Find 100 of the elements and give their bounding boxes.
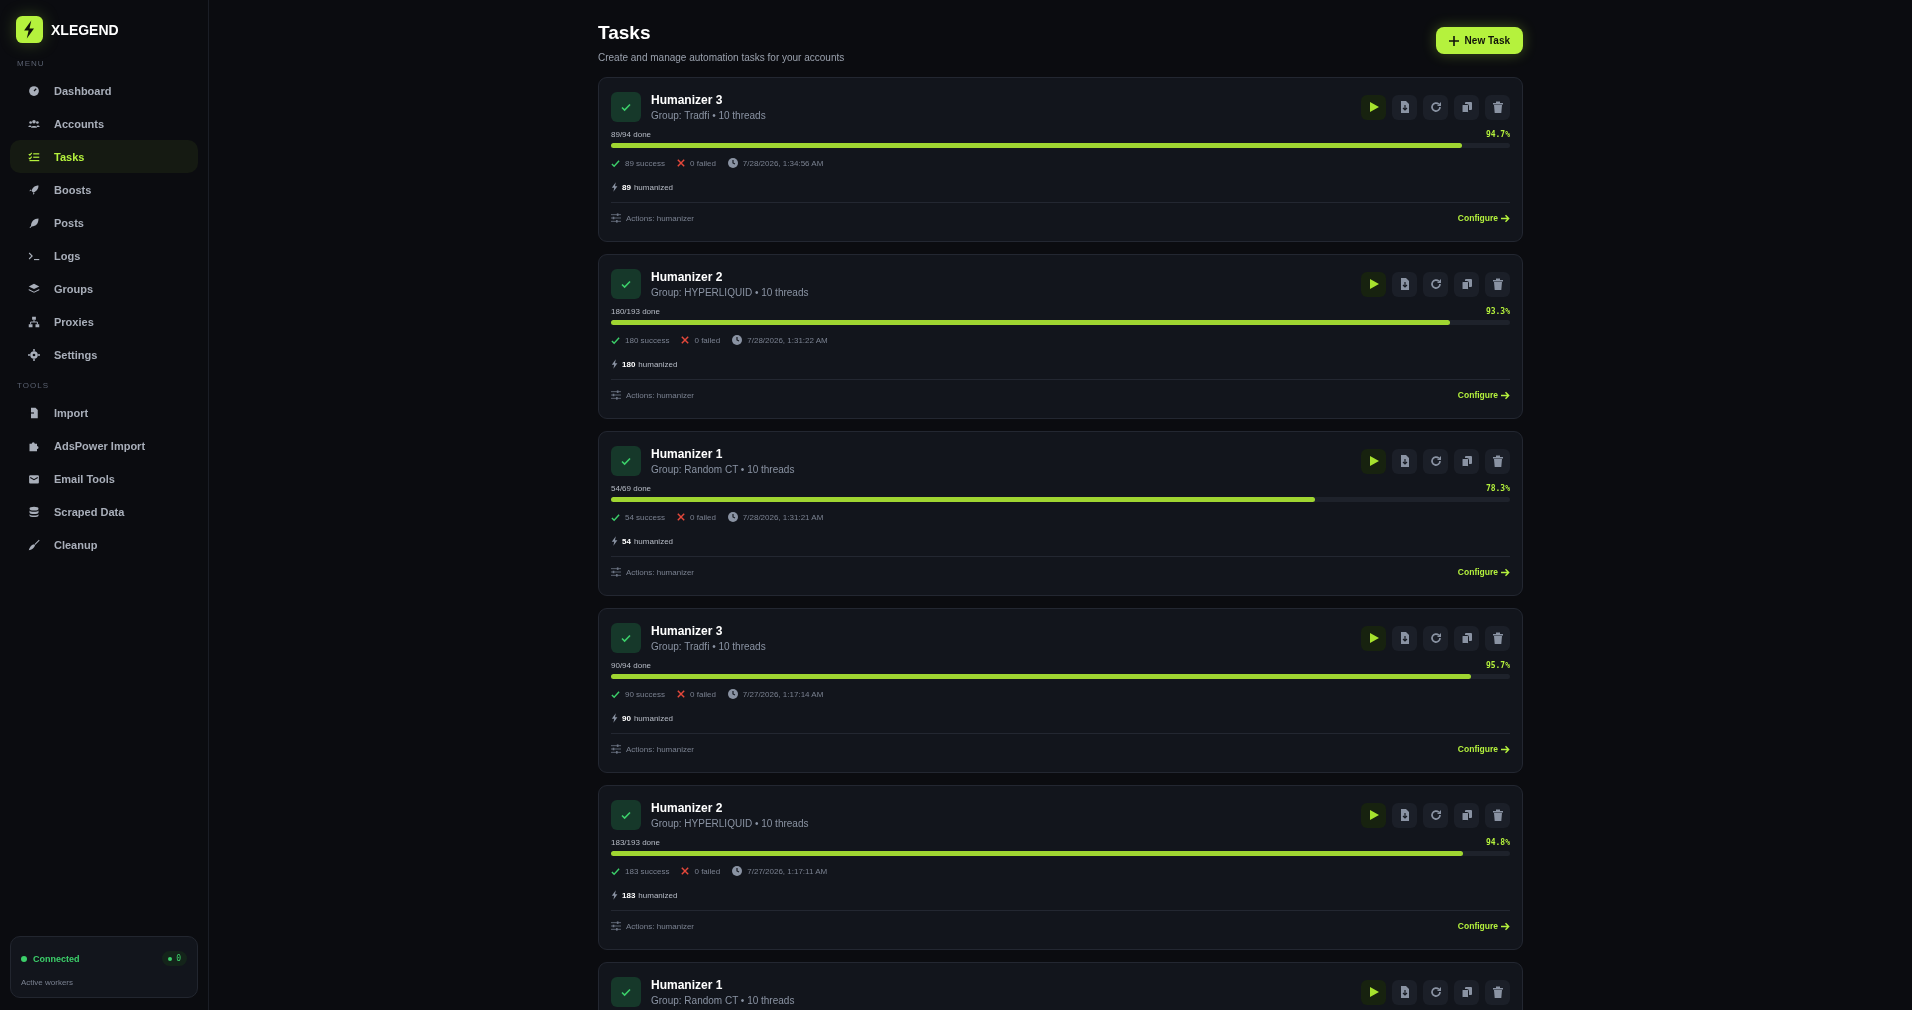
failed-count: 0 failed (690, 158, 716, 168)
failed-count: 0 failed (694, 335, 721, 345)
sidebar-item[interactable]: Import (10, 396, 198, 429)
play-button[interactable] (1361, 448, 1386, 474)
new-task-button[interactable]: New Task (1435, 27, 1523, 54)
delete-button[interactable] (1485, 271, 1510, 297)
sidebar-item[interactable]: Email Tools (10, 462, 198, 495)
refresh-button[interactable] (1423, 271, 1448, 297)
sidebar-item[interactable]: Accounts (10, 107, 198, 140)
download-file-button[interactable] (1392, 802, 1417, 828)
progress-percent: 78.3% (1485, 484, 1510, 493)
rocket-icon (28, 183, 40, 196)
status-caption: Active workers (21, 978, 74, 987)
sidebar-item[interactable]: AdsPower Import (10, 429, 198, 462)
copy-button[interactable] (1454, 448, 1479, 474)
layers-icon (28, 282, 40, 295)
sidebar-item[interactable]: Logs (10, 239, 198, 272)
refresh-button[interactable] (1423, 979, 1448, 1005)
lightning-icon (611, 536, 619, 546)
refresh-button[interactable] (1423, 802, 1448, 828)
check-icon (611, 977, 641, 1007)
sidebar-item[interactable]: Boosts (10, 173, 198, 206)
success-count: 90 success (625, 689, 666, 699)
configure-link[interactable]: Configure (1457, 213, 1510, 223)
task-meta: Group: Tradfi • 10 threads (651, 641, 767, 652)
download-file-button[interactable] (1392, 625, 1417, 651)
arrow-icon (1501, 567, 1510, 577)
sidebar-item[interactable]: Scraped Data (10, 495, 198, 528)
play-icon (1367, 809, 1380, 821)
refresh-icon (1429, 278, 1442, 290)
download-file-button[interactable] (1392, 94, 1417, 120)
delete-button[interactable] (1485, 94, 1510, 120)
feather-icon (28, 216, 40, 229)
task-name: Humanizer 1 (651, 978, 724, 992)
sidebar-item[interactable]: Cleanup (10, 528, 198, 561)
humanized-label: humanized (633, 713, 674, 723)
copy-button[interactable] (1454, 802, 1479, 828)
success-count: 89 success (625, 158, 666, 168)
copy-icon (1460, 101, 1473, 113)
refresh-button[interactable] (1423, 625, 1448, 651)
configure-link[interactable]: Configure (1457, 921, 1510, 931)
task-name: Humanizer 3 (651, 624, 724, 638)
play-icon (1367, 455, 1380, 467)
file-download-icon (1398, 632, 1411, 644)
actions-text: Actions: humanizer (626, 744, 695, 754)
sidebar-item[interactable]: Dashboard (10, 74, 198, 107)
configure-link[interactable]: Configure (1457, 744, 1510, 754)
sliders-icon (611, 921, 621, 931)
sidebar-item[interactable]: Posts (10, 206, 198, 239)
sidebar-item[interactable]: Settings (10, 338, 198, 371)
lightning-icon (611, 890, 619, 900)
lightning-icon (611, 182, 619, 192)
timestamp: 7/28/2026, 1:31:22 AM (747, 335, 828, 345)
configure-link[interactable]: Configure (1457, 390, 1510, 400)
play-button[interactable] (1361, 979, 1386, 1005)
progress-percent: 95.7% (1485, 661, 1510, 670)
delete-button[interactable] (1485, 802, 1510, 828)
copy-button[interactable] (1454, 94, 1479, 120)
delete-button[interactable] (1485, 979, 1510, 1005)
clock-icon (727, 689, 738, 699)
humanized-count: 180 (622, 359, 636, 369)
actions-text: Actions: humanizer (626, 921, 695, 931)
play-button[interactable] (1361, 271, 1386, 297)
check-icon (611, 269, 641, 299)
play-button[interactable] (1361, 94, 1386, 120)
play-button[interactable] (1361, 802, 1386, 828)
task-meta: Group: Random CT • 10 threads (651, 995, 796, 1006)
refresh-icon (1429, 101, 1442, 113)
download-file-button[interactable] (1392, 271, 1417, 297)
download-file-button[interactable] (1392, 448, 1417, 474)
check-icon (611, 689, 620, 699)
sidebar-item[interactable]: Tasks (10, 140, 198, 173)
trash-icon (1491, 986, 1504, 998)
actions-text: Actions: humanizer (626, 390, 695, 400)
file-download-icon (1398, 455, 1411, 467)
play-button[interactable] (1361, 625, 1386, 651)
section-label: TOOLS (16, 381, 50, 390)
refresh-button[interactable] (1423, 94, 1448, 120)
sidebar-item[interactable]: Proxies (10, 305, 198, 338)
sidebar-item[interactable]: Groups (10, 272, 198, 305)
configure-link[interactable]: Configure (1457, 567, 1510, 577)
actions-text: Actions: humanizer (626, 213, 695, 223)
file-download-icon (1398, 278, 1411, 290)
status-label: Connected (33, 953, 81, 964)
refresh-icon (1429, 455, 1442, 467)
copy-button[interactable] (1454, 979, 1479, 1005)
copy-button[interactable] (1454, 625, 1479, 651)
download-file-button[interactable] (1392, 979, 1417, 1005)
delete-button[interactable] (1485, 625, 1510, 651)
success-count: 183 success (625, 866, 670, 876)
cross-icon (677, 690, 686, 698)
progress-percent: 94.8% (1485, 838, 1510, 847)
list-icon (28, 150, 40, 163)
page-title: Tasks (598, 22, 652, 44)
copy-button[interactable] (1454, 271, 1479, 297)
file-download-icon (1398, 986, 1411, 998)
refresh-button[interactable] (1423, 448, 1448, 474)
humanized-count: 89 (622, 182, 631, 192)
delete-button[interactable] (1485, 448, 1510, 474)
progress-text: 54/69 done (611, 484, 652, 493)
